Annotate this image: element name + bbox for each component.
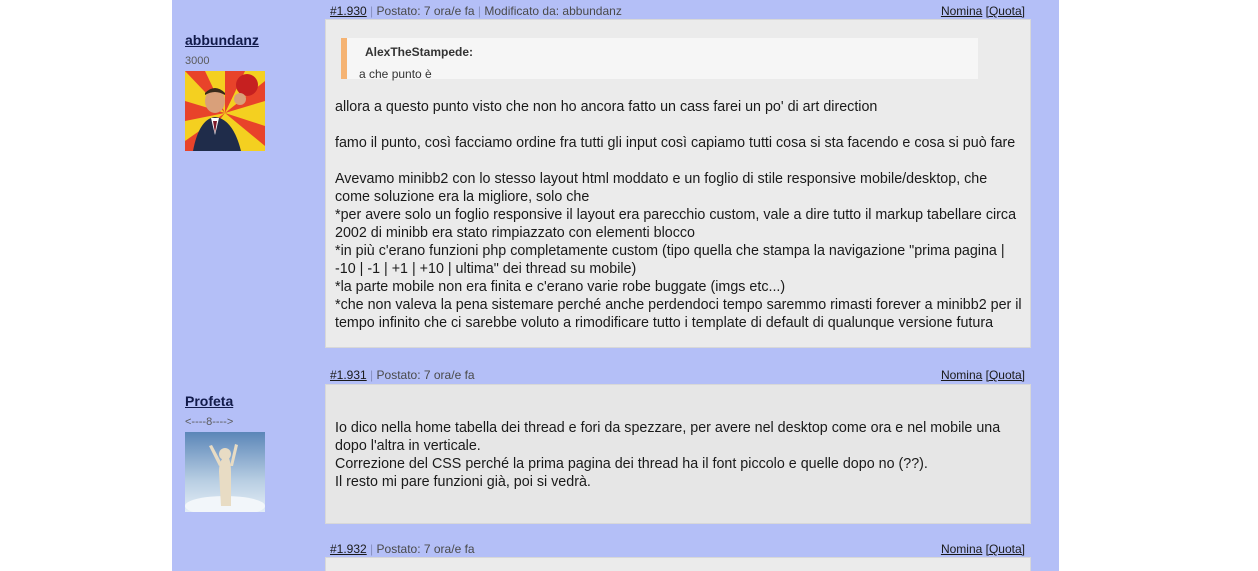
quote-block: AlexTheStampede: a che punto è [341,38,978,81]
post-author: Profeta <----8----> [185,393,325,512]
post-date: Postato: 7 ora/e fa [376,4,475,18]
avatar[interactable] [185,71,265,151]
post-paragraph: allora a questo punto visto che non ho a… [335,99,878,115]
author-name[interactable]: Profeta [185,393,325,409]
post-paragraph: Io dico nella home tabella dei thread e … [335,420,1001,490]
quote-text: a che punto è [359,67,432,81]
post-header: #1.932 | Postato: 7 ora/e fa Nomina [Quo… [330,542,1025,556]
post-permalink[interactable]: #1.931 [330,368,367,382]
post-date: Postato: 7 ora/e fa [376,542,475,556]
post-date: Postato: 7 ora/e fa [376,368,475,382]
author-rank: 3000 [185,55,210,67]
forum-thread: #1.930 | Postato: 7 ora/e fa | Modificat… [172,0,1059,571]
post-paragraph: Avevamo minibb2 con lo stesso layout htm… [335,171,1022,331]
post-header: #1.930 | Postato: 7 ora/e fa | Modificat… [330,4,1025,18]
author-rank: <----8----> [185,416,234,428]
quote-author: AlexTheStampede: [365,45,474,59]
quote-link[interactable]: [Quota] [986,4,1025,18]
post-modified: Modificato da: abbundanz [484,4,622,18]
quote-link[interactable]: [Quota] [986,542,1025,556]
author-name[interactable]: abbundanz [185,32,325,48]
post-author: abbundanz 3000 [185,32,325,151]
post-content: Io dico nella home tabella dei thread e … [325,384,1031,524]
nominate-link[interactable]: Nomina [941,4,982,18]
avatar[interactable] [185,432,265,512]
nominate-link[interactable]: Nomina [941,368,982,382]
nominate-link[interactable]: Nomina [941,542,982,556]
post-header: #1.931 | Postato: 7 ora/e fa Nomina [Quo… [330,368,1025,382]
post-permalink[interactable]: #1.932 [330,542,367,556]
post-content [325,557,1031,571]
post-permalink[interactable]: #1.930 [330,4,367,18]
post-content: AlexTheStampede: a che punto è allora a … [325,19,1031,348]
quote-link[interactable]: [Quota] [986,368,1025,382]
post-paragraph: famo il punto, così facciamo ordine fra … [335,135,1016,151]
